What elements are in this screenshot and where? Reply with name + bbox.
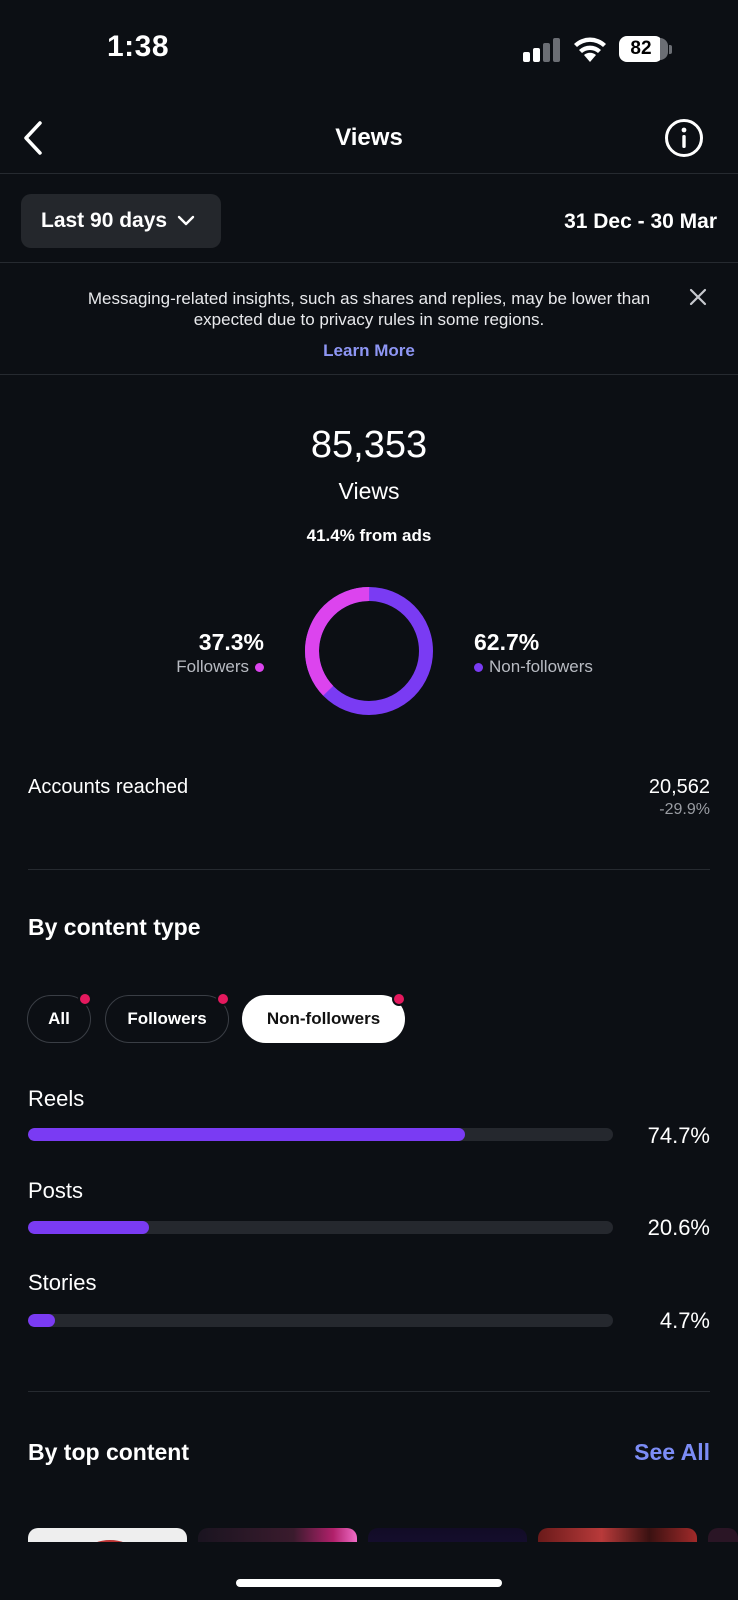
- section-divider: [28, 869, 710, 870]
- chip-nonfollowers[interactable]: Non-followers: [242, 992, 406, 1043]
- battery-icon: 82: [619, 36, 672, 64]
- accounts-reached-value: 20,562: [648, 776, 710, 798]
- notification-dot: [216, 992, 230, 1006]
- reels-bar-fill: [28, 1128, 465, 1141]
- total-views-label: Views: [338, 478, 400, 504]
- accounts-reached-change: -29.9%: [659, 801, 710, 818]
- learn-more-link[interactable]: Learn More: [0, 341, 738, 361]
- accounts-reached-label: Accounts reached: [28, 776, 189, 798]
- posts-label: Posts: [28, 1178, 84, 1203]
- reels-label: Reels: [28, 1086, 85, 1111]
- chip-nonfollowers-label: Non-followers: [266, 1009, 381, 1028]
- close-icon[interactable]: [688, 287, 708, 307]
- bottom-safe-area: [0, 1542, 738, 1600]
- date-range-dropdown[interactable]: Last 90 days: [21, 194, 221, 248]
- stories-percent: 4.7%: [659, 1308, 710, 1333]
- stories-bar-fill: [28, 1314, 56, 1327]
- nonfollowers-percent: 62.7%: [474, 629, 540, 655]
- battery-level: 82: [630, 38, 652, 59]
- page-title: Views: [335, 124, 403, 151]
- chevron-down-icon: [177, 215, 195, 226]
- stories-bar-track: [28, 1314, 613, 1327]
- posts-bar-track: [28, 1221, 613, 1234]
- followers-legend-label: Followers: [176, 657, 249, 676]
- total-views-value: 85,353: [310, 424, 428, 466]
- privacy-notice-text: Messaging-related insights, such as shar…: [87, 289, 651, 329]
- followers-donut-chart: [305, 587, 433, 715]
- posts-percent: 20.6%: [647, 1215, 710, 1240]
- home-indicator[interactable]: [236, 1579, 502, 1587]
- ads-share-text: 41.4% from ads: [306, 526, 432, 545]
- section-divider: [28, 1391, 710, 1392]
- date-range-text: 31 Dec - 30 Mar: [564, 210, 717, 233]
- chip-all-label: All: [48, 1009, 70, 1028]
- nonfollowers-legend: Non-followers: [474, 657, 593, 677]
- header-divider: [0, 173, 738, 174]
- see-all-link[interactable]: See All: [634, 1439, 710, 1466]
- nonfollowers-legend-label: Non-followers: [489, 657, 593, 676]
- notification-dot: [392, 992, 406, 1006]
- info-icon[interactable]: [664, 118, 704, 158]
- chip-followers-label: Followers: [127, 1009, 207, 1028]
- reels-bar-track: [28, 1128, 613, 1141]
- wifi-icon: [574, 37, 606, 62]
- stories-label: Stories: [28, 1270, 97, 1295]
- top-content-title: By top content: [28, 1439, 189, 1465]
- followers-legend-dot: [255, 662, 264, 672]
- nonfollowers-legend-dot: [474, 662, 483, 672]
- notification-dot: [78, 992, 92, 1006]
- chip-followers[interactable]: Followers: [105, 992, 230, 1043]
- chip-all[interactable]: All: [27, 992, 92, 1043]
- range-divider: [0, 262, 738, 263]
- status-time: 1:38: [107, 30, 170, 63]
- cellular-signal-icon: [523, 38, 560, 62]
- reels-percent: 74.7%: [647, 1123, 710, 1148]
- followers-percent: 37.3%: [198, 629, 264, 655]
- date-range-label: Last 90 days: [41, 209, 168, 232]
- followers-legend: Followers: [176, 657, 264, 677]
- content-type-title: By content type: [28, 914, 201, 940]
- notice-divider: [0, 374, 738, 375]
- posts-bar-fill: [28, 1221, 149, 1234]
- donut-followers-segment: [305, 587, 433, 715]
